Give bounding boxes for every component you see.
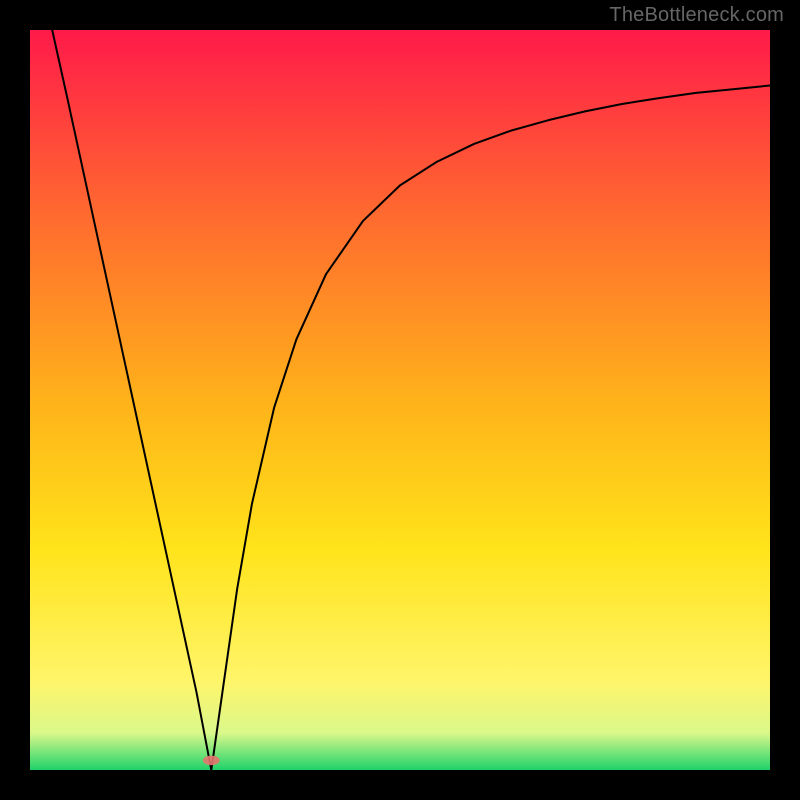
chart-frame: TheBottleneck.com	[0, 0, 800, 800]
minimum-marker	[203, 756, 220, 766]
x-ticks	[30, 770, 770, 778]
plot-background	[30, 30, 770, 770]
chart-svg	[0, 0, 800, 800]
watermark-label: TheBottleneck.com	[609, 4, 784, 27]
